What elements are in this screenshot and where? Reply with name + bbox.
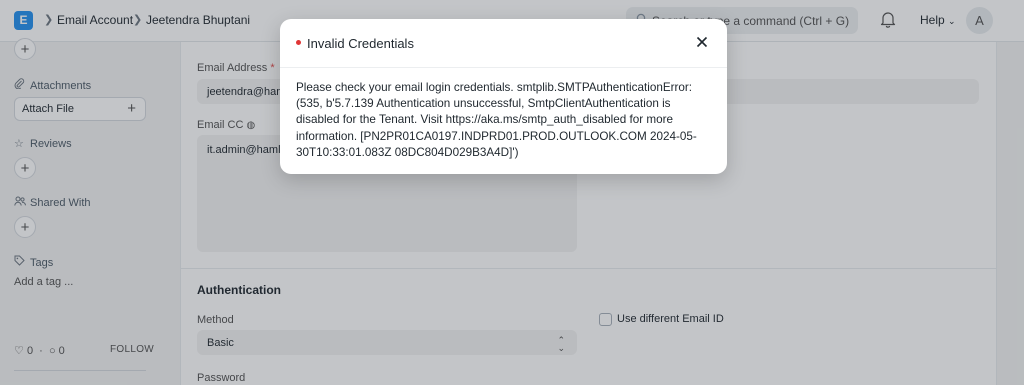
error-dialog: Invalid Credentials Please check your em… (280, 19, 727, 174)
dialog-title: Invalid Credentials (307, 36, 414, 51)
close-icon[interactable] (696, 33, 708, 51)
dialog-header: Invalid Credentials (280, 19, 727, 68)
dialog-message: Please check your email login credential… (296, 81, 697, 159)
error-indicator-dot (296, 40, 301, 45)
